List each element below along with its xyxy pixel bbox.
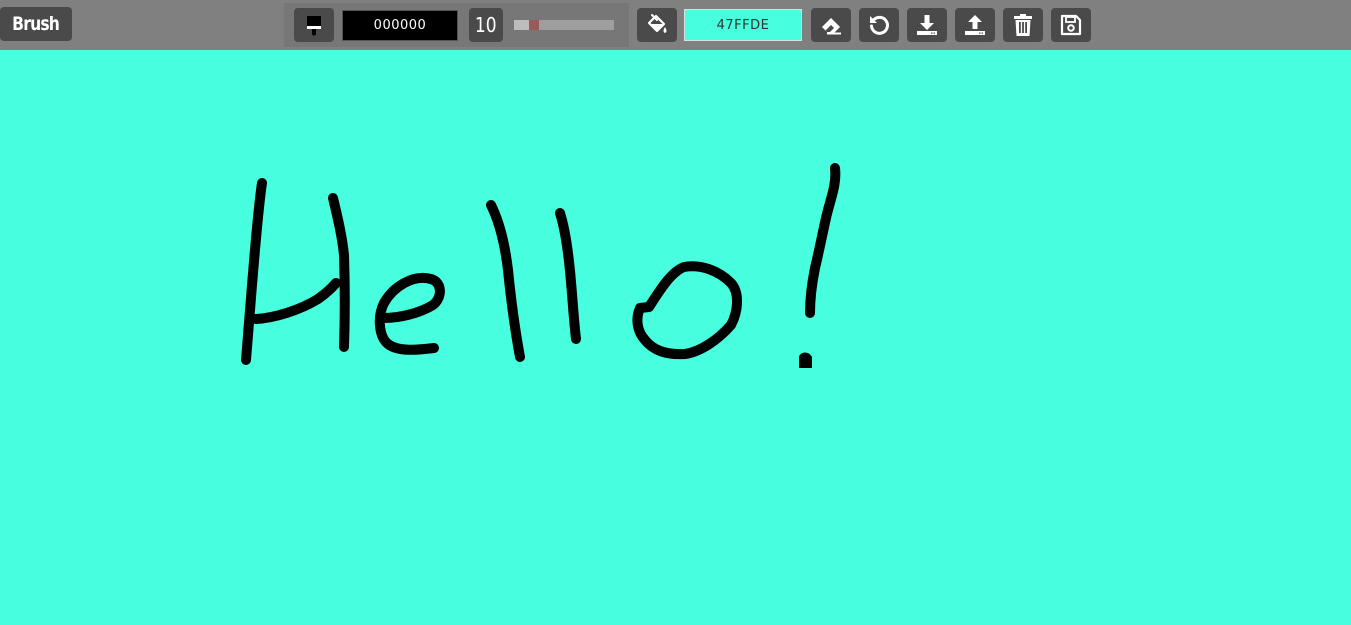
drawing-canvas[interactable]	[0, 50, 1351, 625]
letter-e	[374, 272, 445, 355]
undo-icon	[870, 15, 889, 35]
undo-button[interactable]	[859, 8, 899, 42]
toolbar: Brush 000000 10 47FFDE	[0, 0, 1351, 50]
slider-fill	[514, 20, 529, 30]
letter-l-first	[486, 200, 525, 362]
letter-h-left-stroke	[241, 178, 267, 365]
brush-size-value: 10	[475, 13, 497, 37]
trash-icon	[1014, 14, 1032, 36]
eraser-button[interactable]	[811, 8, 851, 42]
eraser-icon	[822, 18, 841, 35]
brush-icon	[307, 16, 321, 36]
paint-bucket-icon	[647, 14, 667, 33]
upload-button[interactable]	[955, 8, 995, 42]
letter-h-crossbar	[251, 278, 341, 324]
brush-color-input[interactable]: 000000	[342, 10, 458, 41]
download-icon	[917, 15, 937, 35]
letter-o	[632, 261, 742, 360]
handwriting-strokes	[241, 163, 841, 365]
exclamation-dot	[799, 352, 812, 368]
fill-background-button[interactable]	[637, 8, 677, 42]
tool-mode-text: Brush	[12, 13, 61, 35]
brush-color-value: 000000	[373, 18, 427, 33]
brush-size-button[interactable]: 10	[469, 8, 503, 42]
save-icon	[1060, 14, 1082, 36]
letter-l-second	[555, 208, 581, 344]
background-color-value: 47FFDE	[716, 17, 770, 33]
background-color-input[interactable]: 47FFDE	[684, 9, 802, 41]
clear-canvas-button[interactable]	[1003, 8, 1043, 42]
brush-tool-button[interactable]	[294, 8, 334, 42]
upload-icon	[965, 15, 985, 35]
tool-mode-label[interactable]: Brush	[0, 7, 72, 41]
download-button[interactable]	[907, 8, 947, 42]
exclamation-stroke	[805, 163, 841, 318]
save-button[interactable]	[1051, 8, 1091, 42]
slider-thumb[interactable]	[529, 20, 539, 30]
brush-size-slider[interactable]	[514, 20, 614, 30]
letter-h-right-stroke	[328, 193, 350, 352]
